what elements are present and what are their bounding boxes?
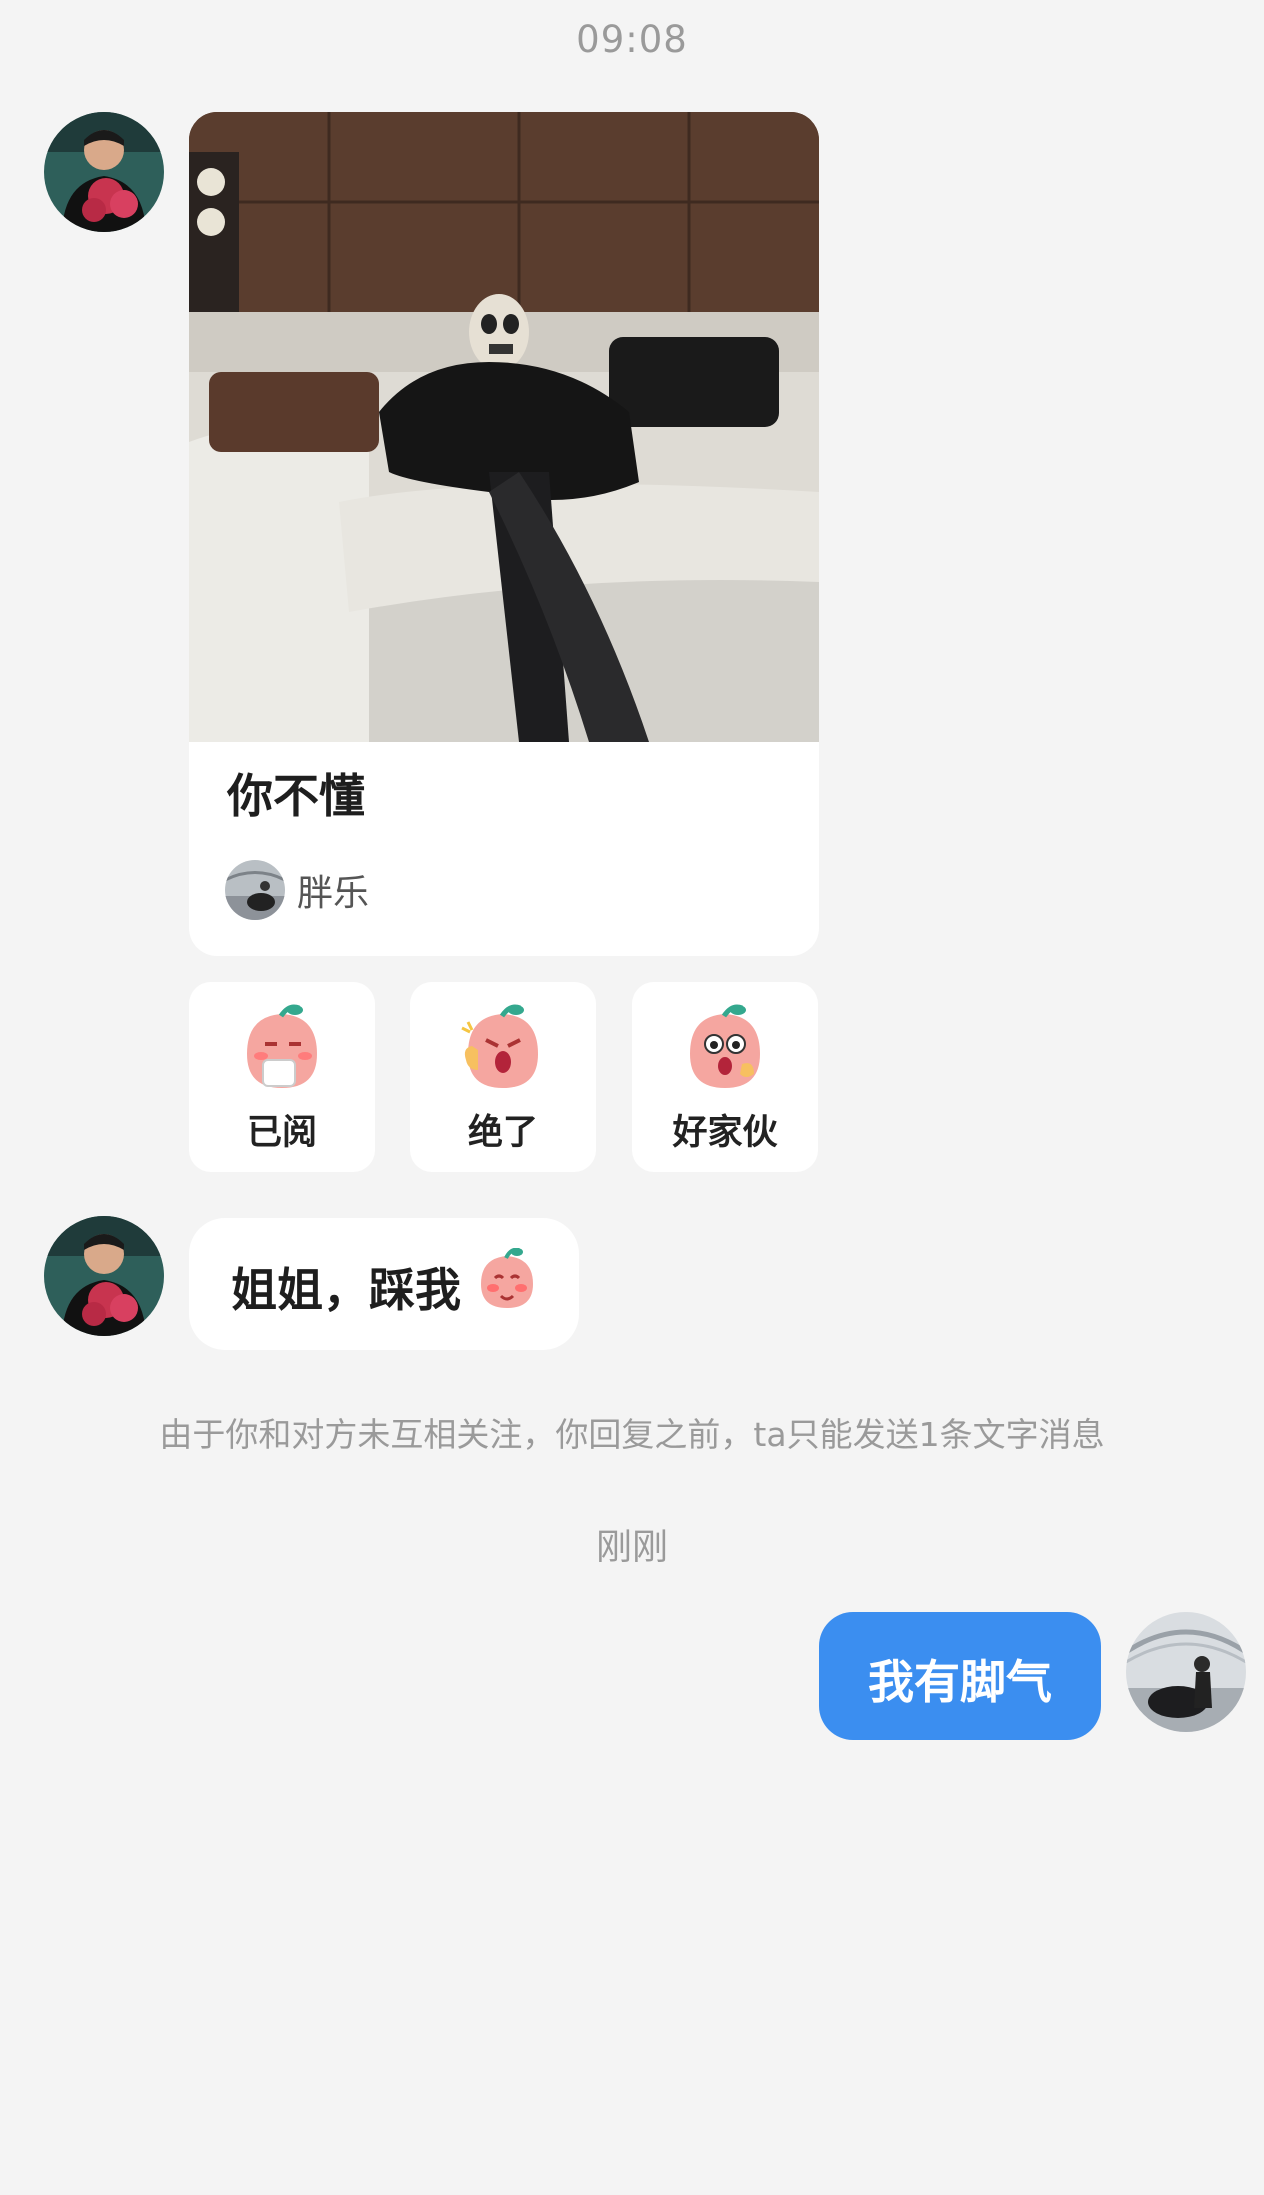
incoming-message-bubble[interactable]: 姐姐，踩我 [189, 1218, 579, 1350]
post-title: 你不懂 [227, 769, 365, 823]
sender-avatar[interactable] [44, 1216, 164, 1336]
follow-restriction-notice: 由于你和对方未互相关注，你回复之前，ta只能发送1条文字消息 [159, 1415, 1105, 1454]
shared-post-card[interactable]: 你不懂 胖乐 [189, 112, 819, 956]
message-text: 姐姐，踩我 [231, 1263, 461, 1317]
author-avatar [225, 860, 285, 920]
reaction-label: 好家伙 [672, 1113, 778, 1153]
reaction-button-amazing[interactable]: 绝了 [410, 982, 596, 1172]
outgoing-message-bubble[interactable]: 我有脚气 [819, 1612, 1101, 1740]
reaction-button-wow[interactable]: 好家伙 [632, 982, 818, 1172]
peach-shy-emoji-icon [481, 1248, 533, 1308]
reaction-button-read[interactable]: 已阅 [189, 982, 375, 1172]
peach-tea-emoji-icon [247, 1004, 317, 1088]
sender-avatar[interactable] [44, 112, 164, 232]
peach-surprised-emoji-icon [690, 1004, 760, 1088]
chat-timestamp-top: 09:08 [576, 18, 688, 61]
author-name: 胖乐 [297, 873, 370, 914]
reaction-label: 已阅 [246, 1113, 317, 1153]
reaction-label: 绝了 [467, 1113, 538, 1153]
peach-thumbs-up-emoji-icon [461, 1004, 538, 1088]
my-avatar[interactable] [1126, 1612, 1246, 1732]
post-image [189, 112, 819, 742]
chat-timestamp: 刚刚 [595, 1527, 668, 1568]
message-text: 我有脚气 [868, 1655, 1052, 1709]
